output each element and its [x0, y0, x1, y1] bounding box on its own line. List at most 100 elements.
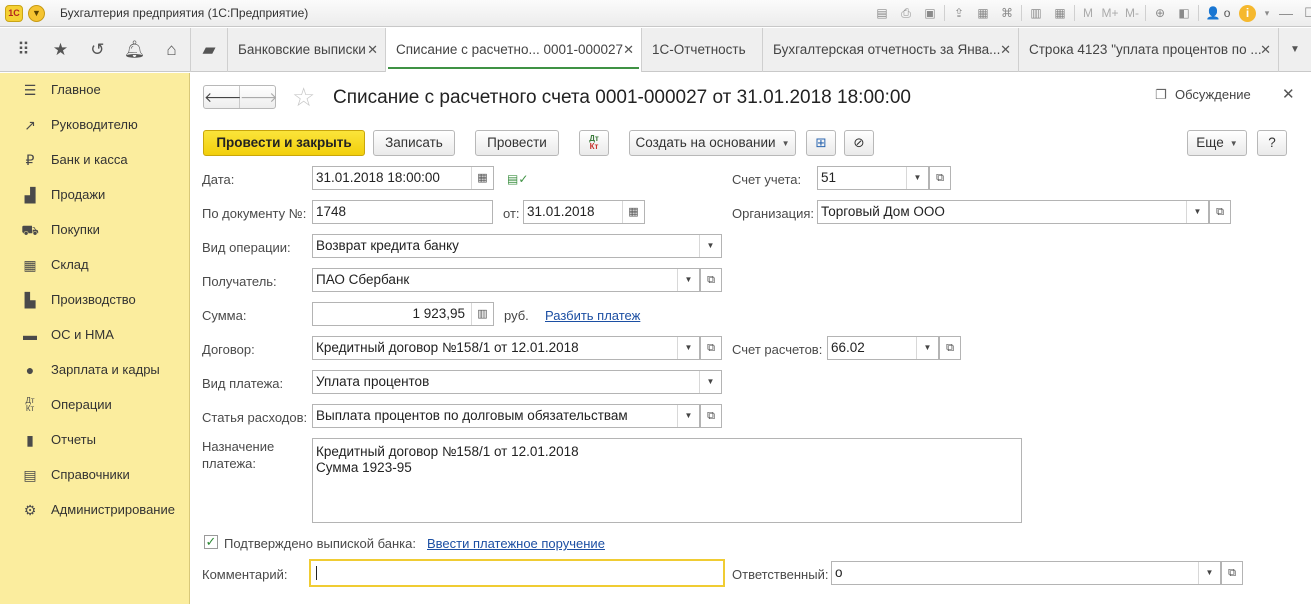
chevron-down-icon[interactable]: ▼	[677, 337, 699, 359]
sidebar-item-assets[interactable]: ▬ ОС и НМА	[0, 318, 190, 352]
calendar-icon[interactable]: ▦	[471, 167, 493, 189]
main-menu-button[interactable]: ▼	[28, 5, 45, 22]
chevron-down-icon[interactable]: ▾	[1260, 4, 1274, 22]
chevron-down-icon[interactable]: ▼	[699, 371, 721, 393]
split-payment-link[interactable]: Разбить платеж	[545, 308, 640, 323]
open-organization-icon[interactable]: ⧉	[1209, 200, 1231, 224]
sidebar-item-reports[interactable]: ▮ Отчеты	[0, 423, 190, 457]
sidebar-item-production[interactable]: ▙ Производство	[0, 283, 190, 317]
home-icon[interactable]: ⌂	[153, 28, 190, 72]
sidebar-item-sales[interactable]: ▟ Продажи	[0, 178, 190, 212]
open-settlement-icon[interactable]: ⧉	[939, 336, 961, 360]
favorites-star-icon[interactable]: ★	[42, 28, 79, 72]
minimize-icon[interactable]: —	[1274, 4, 1298, 22]
memory-minus-button[interactable]: M-	[1121, 4, 1143, 22]
panel-icon[interactable]: ◧	[1172, 4, 1196, 22]
contract-select[interactable]: Кредитный договор №158/1 от 12.01.2018 ▼	[312, 336, 700, 360]
close-icon[interactable]: ✕	[1260, 28, 1271, 72]
history-icon[interactable]: ↺	[79, 28, 116, 72]
user-button[interactable]: 👤 o	[1201, 6, 1235, 20]
tab-row-4123[interactable]: Строка 4123 "уплата процентов по ... ✕	[1018, 28, 1278, 72]
save-icon[interactable]: ▤	[870, 4, 894, 22]
operation-select[interactable]: Возврат кредита банку ▼	[312, 234, 722, 258]
account-select[interactable]: 51 ▼	[817, 166, 929, 190]
tab-bank-statements[interactable]: Банковские выписки ✕	[227, 28, 385, 72]
tab-accounting-report[interactable]: Бухгалтерская отчетность за Янва... ✕	[762, 28, 1018, 72]
payment-type-select[interactable]: Уплата процентов ▼	[312, 370, 722, 394]
enter-payment-order-link[interactable]: Ввести платежное поручение	[427, 536, 605, 551]
from-date-field[interactable]: 31.01.2018 ▦	[523, 200, 645, 224]
link-icon[interactable]: ⌘	[995, 4, 1019, 22]
preview-icon[interactable]: ▣	[918, 4, 942, 22]
recipient-select[interactable]: ПАО Сбербанк ▼	[312, 268, 700, 292]
post-and-close-button[interactable]: Провести и закрыть	[203, 130, 365, 156]
chevron-down-icon[interactable]: ▼	[677, 269, 699, 291]
notifications-bell-icon[interactable]: 🔔︎	[116, 28, 153, 72]
tabs-list-dropdown[interactable]: ▼	[1278, 28, 1311, 72]
date-field[interactable]: 31.01.2018 18:00:00 ▦	[312, 166, 494, 190]
tab-write-off[interactable]: Списание с расчетно... 0001-000027 ✕	[385, 28, 641, 72]
chevron-down-icon[interactable]: ▼	[916, 337, 938, 359]
sidebar-item-warehouse[interactable]: ▦ Склад	[0, 248, 190, 282]
sidebar-item-manager[interactable]: ↗ Руководителю	[0, 108, 190, 142]
sidebar-item-catalogs[interactable]: ▤ Справочники	[0, 458, 190, 492]
close-icon[interactable]: ✕	[367, 28, 378, 72]
dt-kt-button[interactable]: Дт Кт	[579, 130, 609, 156]
amount-field[interactable]: 1 923,95 ▥	[312, 302, 494, 326]
info-icon[interactable]: i	[1239, 4, 1256, 22]
print-icon[interactable]: ⎙	[894, 4, 918, 22]
apps-grid-icon[interactable]: ⠿	[5, 28, 42, 72]
sidebar-item-operations[interactable]: Дт Кт Операции	[0, 388, 190, 422]
chevron-down-icon[interactable]: ▼	[906, 167, 928, 189]
favorite-star-icon[interactable]: ☆	[292, 83, 315, 111]
settlement-account-select[interactable]: 66.02 ▼	[827, 336, 939, 360]
confirmed-checkbox[interactable]: ✓	[204, 535, 218, 549]
purpose-textarea[interactable]: Кредитный договор №158/1 от 12.01.2018 С…	[312, 438, 1022, 523]
save-button[interactable]: Записать	[373, 130, 455, 156]
chat-icon[interactable]: ▰	[190, 28, 227, 72]
memory-plus-button[interactable]: M+	[1099, 4, 1121, 22]
open-recipient-icon[interactable]: ⧉	[700, 268, 722, 292]
create-based-on-button[interactable]: Создать на основании ▼	[629, 130, 796, 156]
sidebar-item-salary[interactable]: ● Зарплата и кадры	[0, 353, 190, 387]
sidebar-item-purchases[interactable]: ⛟ Покупки	[0, 213, 190, 247]
responsible-select[interactable]: о ▼	[831, 561, 1221, 585]
chevron-down-icon[interactable]: ▼	[677, 405, 699, 427]
memory-button[interactable]: M	[1077, 4, 1099, 22]
sidebar-item-admin[interactable]: ⚙ Администрирование	[0, 493, 190, 527]
chevron-down-icon[interactable]: ▼	[1186, 201, 1208, 223]
open-contract-icon[interactable]: ⧉	[700, 336, 722, 360]
expense-select[interactable]: Выплата процентов по долговым обязательс…	[312, 404, 700, 428]
forward-arrow-icon[interactable]: 🡒	[240, 86, 278, 108]
close-icon[interactable]: ✕	[1000, 28, 1011, 72]
document-icon[interactable]: ▦	[971, 4, 995, 22]
sidebar-item-bank[interactable]: ₽ Банк и касса	[0, 143, 190, 177]
calendar-icon[interactable]: ▦	[1048, 4, 1072, 22]
more-button[interactable]: Еще ▼	[1187, 130, 1247, 156]
chevron-down-icon[interactable]: ▼	[1198, 562, 1220, 584]
zoom-icon[interactable]: ⊕	[1148, 4, 1172, 22]
comment-input[interactable]	[309, 559, 725, 587]
attach-button[interactable]: ⊘	[844, 130, 874, 156]
calculator-icon[interactable]: ▥	[1024, 4, 1048, 22]
calculator-icon[interactable]: ▥	[471, 303, 493, 325]
close-icon[interactable]: ✕	[1282, 85, 1295, 103]
open-responsible-icon[interactable]: ⧉	[1221, 561, 1243, 585]
chevron-down-icon[interactable]: ▼	[699, 235, 721, 257]
help-button[interactable]: ?	[1257, 130, 1287, 156]
structure-button[interactable]: ⊞	[806, 130, 836, 156]
factory-icon: ▙	[24, 292, 36, 308]
doc-number-field[interactable]: 1748	[312, 200, 493, 224]
back-arrow-icon[interactable]: 🡐	[204, 86, 242, 108]
sidebar-item-main[interactable]: ☰ Главное	[0, 73, 190, 107]
organization-select[interactable]: Торговый Дом ООО ▼	[817, 200, 1209, 224]
tab-1c-reporting[interactable]: 1С-Отчетность	[641, 28, 762, 72]
calendar-icon[interactable]: ▦	[622, 201, 644, 223]
open-account-icon[interactable]: ⧉	[929, 166, 951, 190]
post-button[interactable]: Провести	[475, 130, 559, 156]
discussion-link[interactable]: ❐ Обсуждение	[1155, 87, 1251, 103]
close-icon[interactable]: ✕	[623, 28, 634, 72]
open-expense-icon[interactable]: ⧉	[700, 404, 722, 428]
maximize-icon[interactable]: ☐	[1298, 4, 1311, 22]
upload-icon[interactable]: ⇪	[947, 4, 971, 22]
